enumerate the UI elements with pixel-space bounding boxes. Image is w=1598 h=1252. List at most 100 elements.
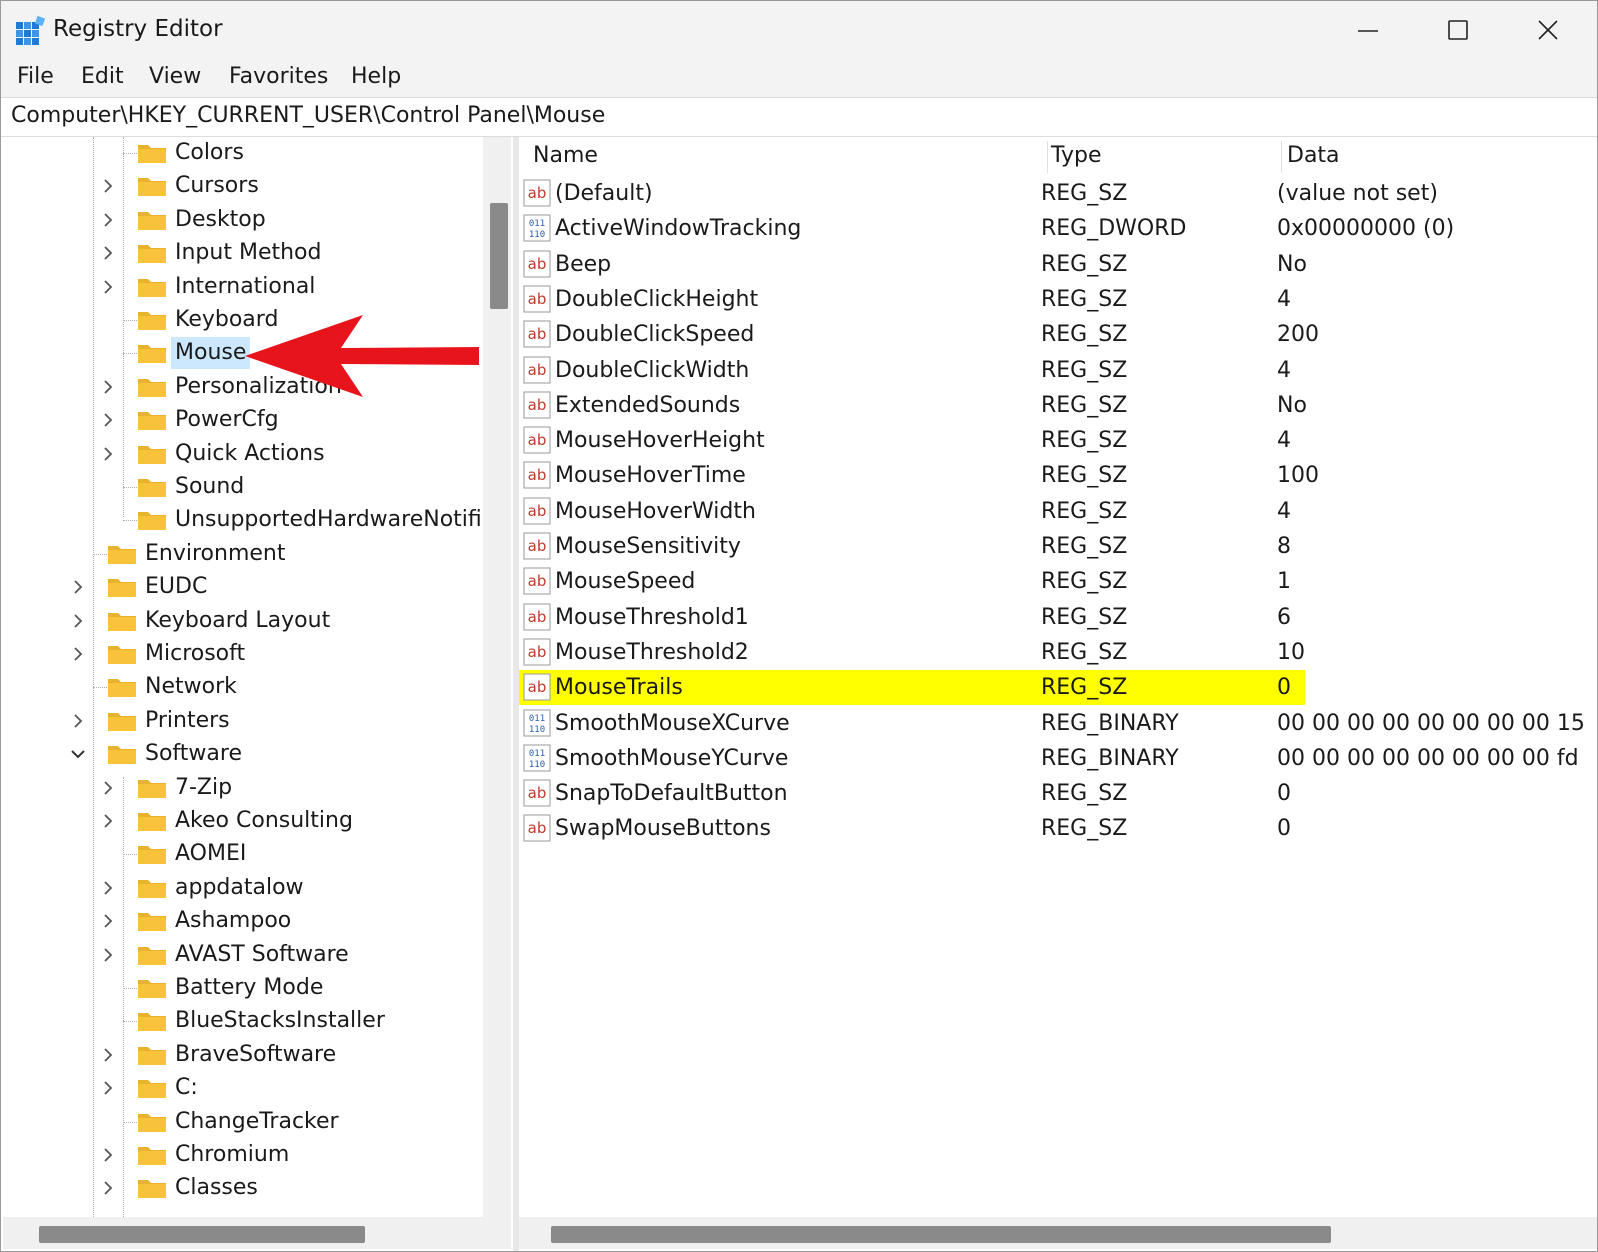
- tree-connector: [123, 353, 137, 355]
- folder-icon: [138, 278, 166, 297]
- binary-value-icon: 011110: [523, 214, 551, 242]
- tree-connector: [93, 137, 94, 1217]
- string-value-icon: ab: [523, 638, 551, 666]
- chevron-right-icon[interactable]: [101, 879, 115, 897]
- values-list[interactable]: Name Type Data ab (Default) REG_SZ (value n…: [519, 137, 1597, 1217]
- chevron-right-icon[interactable]: [101, 278, 115, 296]
- value-data: 8: [1277, 534, 1291, 559]
- tree-connector: [93, 553, 107, 555]
- menu-edit[interactable]: Edit: [81, 64, 124, 89]
- value-row[interactable]: 011 110 SmoothMouseXCurve REG_BINARY 00 00 0…: [519, 706, 1597, 741]
- close-button[interactable]: [1503, 1, 1593, 59]
- value-data: No: [1277, 251, 1307, 277]
- address-path[interactable]: Computer\HKEY_CURRENT_USER\Control Panel…: [11, 103, 605, 128]
- value-row[interactable]: ab MouseThreshold2 REG_SZ 10: [519, 635, 1597, 670]
- value-row[interactable]: ab Beep REG_SZ No: [519, 247, 1597, 282]
- menu-file[interactable]: File: [17, 64, 54, 89]
- svg-text:ab: ab: [528, 643, 547, 661]
- svg-text:011: 011: [529, 219, 545, 229]
- value-row[interactable]: ab MouseHoverHeight REG_SZ 4: [519, 423, 1597, 458]
- chevron-right-icon[interactable]: [101, 445, 115, 463]
- column-header-data[interactable]: Data: [1287, 137, 1340, 175]
- menu-view[interactable]: View: [149, 64, 201, 89]
- value-type: REG_SZ: [1041, 357, 1128, 383]
- value-name: MouseHoverTime: [555, 463, 746, 489]
- chevron-right-icon[interactable]: [101, 1079, 115, 1097]
- tree-item-label: 7-Zip: [175, 774, 233, 800]
- chevron-right-icon[interactable]: [71, 645, 85, 663]
- value-row[interactable]: ab MouseHoverWidth REG_SZ 4: [519, 494, 1597, 529]
- chevron-right-icon[interactable]: [101, 211, 115, 229]
- menu-bar: File Edit View Favorites Help: [1, 59, 1597, 97]
- value-row[interactable]: 011 110 ActiveWindowTracking REG_DWORD 0x000…: [519, 211, 1597, 246]
- title-bar[interactable]: Registry Editor: [1, 1, 1597, 59]
- string-value-icon: ab: [523, 461, 551, 489]
- chevron-right-icon[interactable]: [101, 1179, 115, 1197]
- value-row[interactable]: ab DoubleClickWidth REG_SZ 4: [519, 353, 1597, 388]
- tree-vertical-scroll-thumb[interactable]: [490, 203, 508, 309]
- svg-text:110: 110: [529, 230, 545, 240]
- menu-favorites[interactable]: Favorites: [229, 64, 328, 89]
- chevron-right-icon[interactable]: [101, 244, 115, 262]
- column-separator[interactable]: [1281, 141, 1282, 173]
- chevron-right-icon[interactable]: [101, 912, 115, 930]
- value-data: 4: [1277, 357, 1291, 383]
- chevron-right-icon[interactable]: [101, 1146, 115, 1164]
- chevron-right-icon[interactable]: [71, 712, 85, 730]
- address-bar[interactable]: Computer\HKEY_CURRENT_USER\Control Panel…: [1, 97, 1597, 137]
- chevron-right-icon[interactable]: [101, 946, 115, 964]
- string-value-icon: ab: [523, 320, 551, 348]
- chevron-right-icon[interactable]: [101, 812, 115, 830]
- chevron-right-icon[interactable]: [71, 612, 85, 630]
- chevron-right-icon[interactable]: [101, 411, 115, 429]
- key-tree[interactable]: Colors Cursors Desktop Input Method Internat…: [3, 137, 483, 1217]
- registry-editor-window: Registry Editor File Edit View Favorites…: [0, 0, 1598, 1252]
- menu-help[interactable]: Help: [351, 64, 401, 89]
- value-row[interactable]: ab ExtendedSounds REG_SZ No: [519, 388, 1597, 423]
- chevron-right-icon[interactable]: [101, 779, 115, 797]
- string-value-icon: ab: [523, 673, 551, 701]
- tree-connector: [123, 988, 137, 989]
- tree-item-label: Sound: [175, 474, 245, 499]
- value-row[interactable]: ab MouseTrails REG_SZ 0: [519, 670, 1597, 706]
- value-row[interactable]: ab MouseSensitivity REG_SZ 8: [519, 529, 1597, 564]
- folder-icon: [138, 145, 166, 163]
- chevron-right-icon[interactable]: [101, 1046, 115, 1064]
- tree-vertical-scrollbar[interactable]: [483, 137, 511, 1217]
- value-row[interactable]: ab DoubleClickHeight REG_SZ 4: [519, 282, 1597, 317]
- folder-icon: [138, 178, 166, 197]
- value-name: MouseSensitivity: [555, 534, 741, 559]
- chevron-right-icon[interactable]: [101, 177, 115, 195]
- chevron-right-icon[interactable]: [101, 378, 115, 396]
- value-type: REG_SZ: [1041, 534, 1128, 559]
- values-horizontal-scroll-thumb[interactable]: [551, 1226, 1331, 1243]
- tree-horizontal-scrollbar[interactable]: [3, 1217, 511, 1249]
- folder-icon: [138, 1113, 166, 1132]
- column-header-type[interactable]: Type: [1051, 137, 1102, 175]
- value-row[interactable]: ab MouseThreshold1 REG_SZ 6: [519, 600, 1597, 635]
- tree-horizontal-scroll-thumb[interactable]: [39, 1226, 365, 1243]
- chevron-down-icon[interactable]: [69, 747, 87, 761]
- chevron-right-icon[interactable]: [71, 578, 85, 596]
- value-row[interactable]: ab SnapToDefaultButton REG_SZ 0: [519, 776, 1597, 811]
- value-row[interactable]: ab DoubleClickSpeed REG_SZ 200: [519, 317, 1597, 352]
- maximize-button[interactable]: [1413, 1, 1503, 59]
- value-row[interactable]: 011 110 SmoothMouseYCurve REG_BINARY 00 00 0…: [519, 741, 1597, 776]
- minimize-button[interactable]: [1323, 1, 1413, 59]
- value-type: REG_SZ: [1041, 781, 1128, 807]
- svg-text:ab: ab: [528, 502, 547, 520]
- svg-text:ab: ab: [528, 325, 547, 343]
- column-separator[interactable]: [1047, 141, 1048, 173]
- value-data: 6: [1277, 604, 1291, 630]
- values-horizontal-scrollbar[interactable]: [519, 1217, 1597, 1249]
- value-row[interactable]: ab MouseHoverTime REG_SZ 100: [519, 458, 1597, 493]
- value-row[interactable]: ab MouseSpeed REG_SZ 1: [519, 564, 1597, 599]
- tree-item-label: Network: [145, 674, 237, 700]
- value-row[interactable]: ab (Default) REG_SZ (value not set): [519, 176, 1597, 211]
- svg-text:ab: ab: [528, 255, 547, 273]
- folder-icon: [138, 1147, 166, 1165]
- value-row[interactable]: ab SwapMouseButtons REG_SZ 0: [519, 811, 1597, 846]
- tree-item-label: Environment: [145, 540, 286, 566]
- column-header-name[interactable]: Name: [533, 137, 598, 175]
- folder-icon: [138, 1046, 166, 1065]
